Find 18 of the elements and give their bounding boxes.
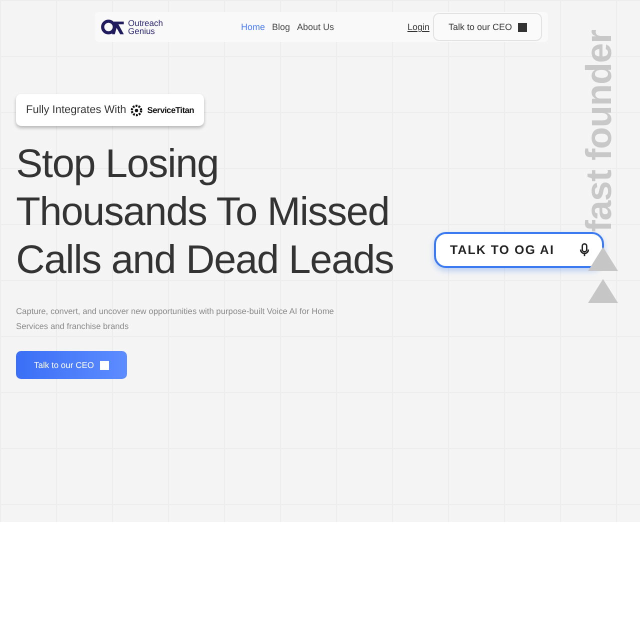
login-link[interactable]: Login xyxy=(407,22,430,32)
square-icon xyxy=(100,360,109,370)
logo-icon[interactable] xyxy=(101,18,125,36)
partner-logo-text: ServiceTitan xyxy=(147,105,194,115)
nav-link[interactable]: Home xyxy=(241,22,266,32)
nav-link[interactable]: Blog xyxy=(272,22,290,32)
headline: Stop Losing Thousands To Missed Calls and Dead Leads xyxy=(16,141,394,284)
talk-to-ai-button[interactable]: TALK TO OG AI xyxy=(434,232,604,268)
triangles-drawing xyxy=(587,247,619,303)
badge-text: Fully Integrates With xyxy=(26,104,126,116)
talk-to-ceo-button[interactable]: Talk to our CEO xyxy=(16,351,127,379)
subtitle: Capture, convert, and uncover new opportunities with purpose-built Voice AI for Home Services and franchise brands xyxy=(16,305,335,333)
square-icon xyxy=(518,22,527,32)
talk-to-ceo-button[interactable]: Talk to our CEO xyxy=(433,13,542,41)
logo-text: Outreach Genius xyxy=(128,19,163,35)
nav-link[interactable]: About Us xyxy=(297,22,334,32)
microphone-icon xyxy=(579,243,590,257)
gear-icon xyxy=(130,104,144,116)
